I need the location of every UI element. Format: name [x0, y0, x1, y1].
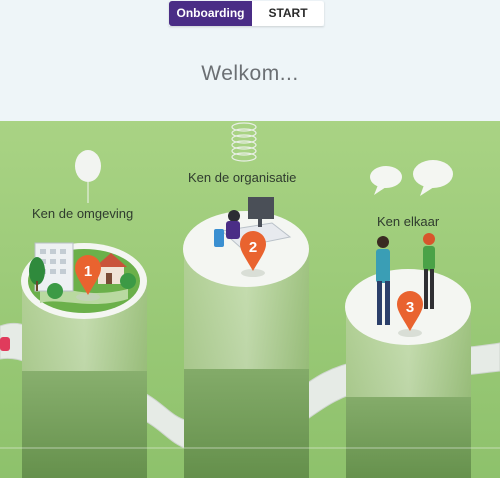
tab-bar: Onboarding START: [169, 1, 324, 26]
tab-start[interactable]: START: [252, 1, 324, 26]
step-2-label[interactable]: Ken de organisatie: [188, 170, 296, 185]
step-3-label[interactable]: Ken elkaar: [377, 214, 439, 229]
car-icon: [0, 337, 10, 351]
tab-onboarding[interactable]: Onboarding: [169, 1, 252, 26]
bottom-strip: [0, 478, 500, 500]
step-1-number: 1: [84, 263, 92, 280]
header: Onboarding START Welkom...: [0, 0, 500, 121]
step-3-number: 3: [406, 299, 414, 316]
step-1-label[interactable]: Ken de omgeving: [32, 206, 133, 221]
step-2-number: 2: [249, 239, 257, 256]
welcome-heading: Welkom...: [201, 62, 299, 85]
